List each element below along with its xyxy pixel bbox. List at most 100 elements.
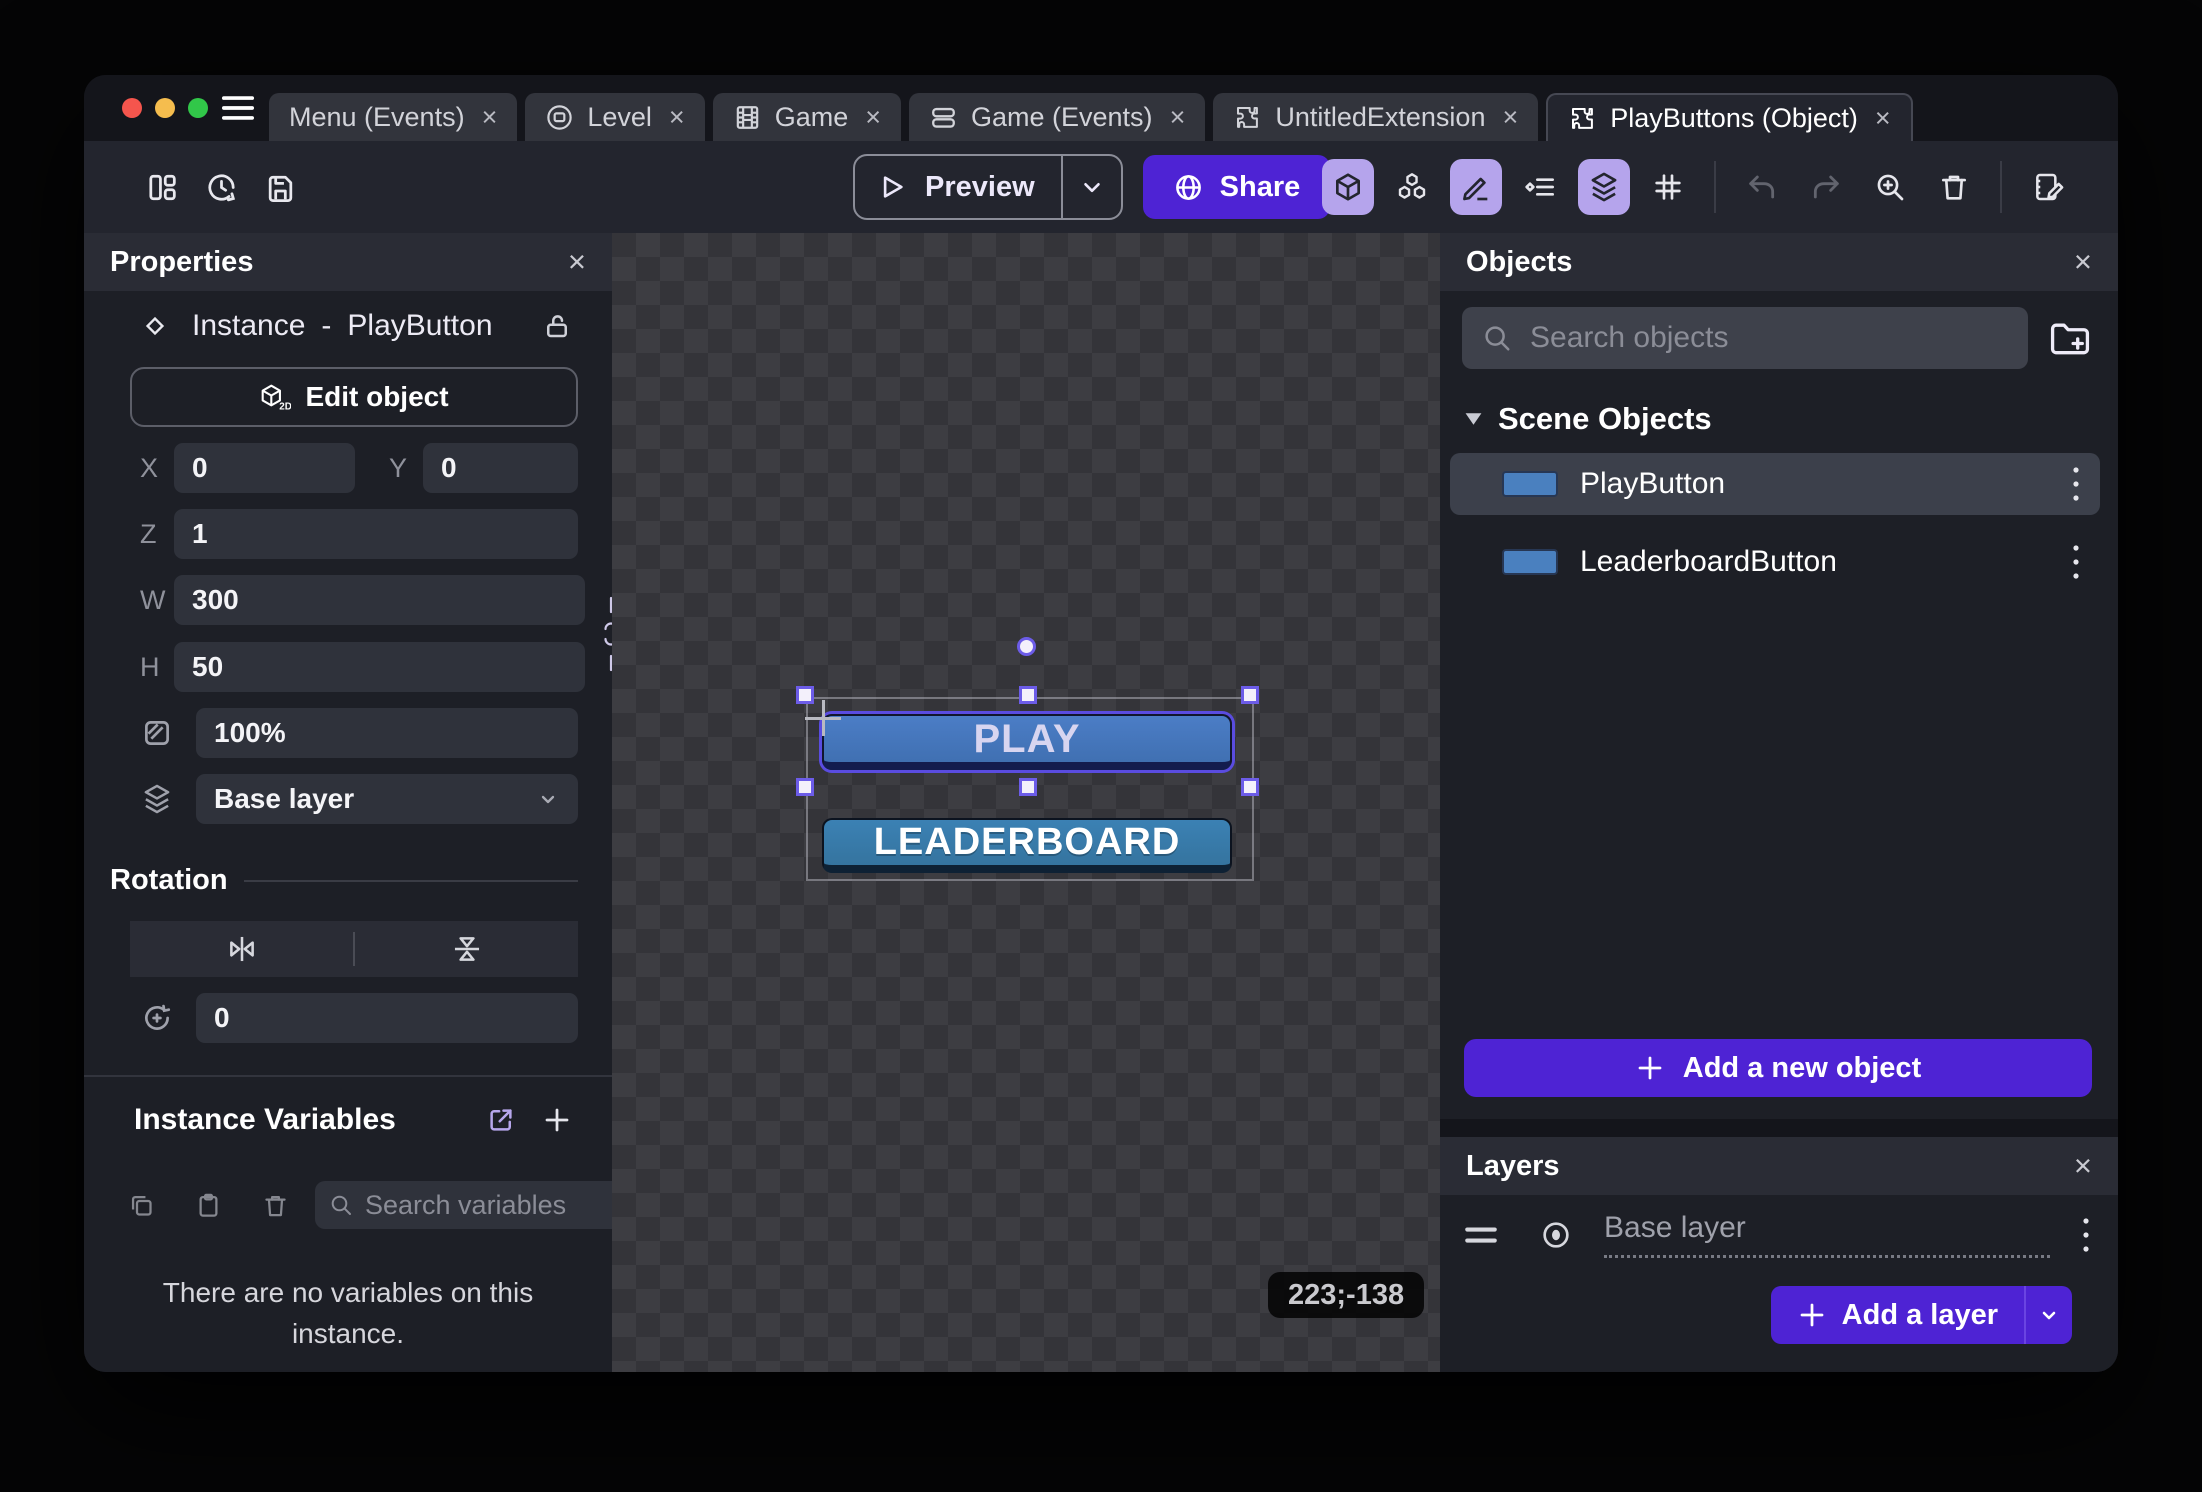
scene-objects-section[interactable]: Scene Objects xyxy=(1464,401,2094,437)
x-field[interactable] xyxy=(174,443,355,493)
layer-row: Base layer xyxy=(140,774,578,824)
layer-row-base[interactable]: Base layer xyxy=(1464,1211,2092,1258)
tab-game[interactable]: Game × xyxy=(713,93,901,141)
add-new-object-label: Add a new object xyxy=(1683,1052,1921,1085)
toolbar-center: Preview Share xyxy=(853,141,1330,233)
layer-select[interactable]: Base layer xyxy=(196,774,578,824)
rotation-field[interactable] xyxy=(196,993,578,1043)
add-layer-button[interactable]: Add a layer xyxy=(1771,1286,2024,1344)
variables-empty-message: There are no variables on this instance. xyxy=(84,1273,612,1354)
kebab-menu-icon[interactable] xyxy=(2070,541,2082,583)
z-field[interactable] xyxy=(174,509,578,559)
tab-close-icon[interactable]: × xyxy=(482,102,498,133)
redo-icon xyxy=(1810,171,1842,203)
copy-icon[interactable] xyxy=(128,1192,155,1219)
tab-menu-events[interactable]: Menu (Events) × xyxy=(269,93,517,141)
instances-list-button[interactable] xyxy=(1514,159,1566,215)
y-field[interactable] xyxy=(423,443,578,493)
layer-visibility-icon[interactable] xyxy=(1540,1219,1572,1251)
search-objects-input[interactable] xyxy=(1528,320,2008,356)
instance-type-label: Instance xyxy=(192,309,305,343)
layer-name-field[interactable]: Base layer xyxy=(1604,1211,2050,1258)
project-manager-icon[interactable] xyxy=(146,171,179,204)
tab-level[interactable]: Level × xyxy=(525,93,704,141)
search-icon xyxy=(329,1193,353,1217)
share-label: Share xyxy=(1220,171,1301,204)
close-icon[interactable]: × xyxy=(2074,1148,2092,1184)
kebab-menu-icon[interactable] xyxy=(2080,1214,2092,1256)
rotation-title: Rotation xyxy=(110,864,228,897)
leaderboard-button-label: LEADERBOARD xyxy=(874,821,1181,864)
resize-handle-top-center[interactable] xyxy=(1019,686,1037,704)
redo-button[interactable] xyxy=(1800,159,1852,215)
lock-aspect-ratio-button[interactable] xyxy=(599,575,612,692)
tab-close-icon[interactable]: × xyxy=(1502,102,1518,133)
unlock-icon[interactable] xyxy=(542,311,572,341)
edit-mode-button[interactable] xyxy=(1450,159,1502,215)
tab-label: Menu (Events) xyxy=(289,102,465,133)
grid-button[interactable] xyxy=(1642,159,1694,215)
close-icon[interactable]: × xyxy=(2074,244,2092,280)
drag-handle-icon[interactable] xyxy=(1464,1224,1498,1246)
object-row-playbutton[interactable]: PlayButton xyxy=(1450,453,2100,515)
flip-vertical-button[interactable] xyxy=(355,932,578,966)
preview-options-button[interactable] xyxy=(1063,174,1121,200)
tab-playbuttons-object[interactable]: PlayButtons (Object) × xyxy=(1546,93,1912,141)
share-button[interactable]: Share xyxy=(1143,155,1331,219)
objects-3d-button[interactable] xyxy=(1386,159,1438,215)
kebab-menu-icon[interactable] xyxy=(2070,463,2082,505)
tab-close-icon[interactable]: × xyxy=(669,102,685,133)
history-icon[interactable] xyxy=(205,171,238,204)
zoom-in-button[interactable] xyxy=(1864,159,1916,215)
rotation-handle[interactable] xyxy=(1017,637,1036,656)
height-field[interactable] xyxy=(174,642,585,692)
edit-object-button[interactable]: 2D Edit object xyxy=(130,367,578,427)
trash-icon[interactable] xyxy=(262,1192,289,1219)
right-column: Objects × Scene Objects PlayButton xyxy=(1440,233,2118,1372)
toolbar-right xyxy=(1322,141,2074,233)
save-icon[interactable] xyxy=(264,171,297,204)
close-icon[interactable]: × xyxy=(568,244,586,280)
paste-icon[interactable] xyxy=(195,1192,222,1219)
resize-handle-middle-left[interactable] xyxy=(796,778,814,796)
delete-button[interactable] xyxy=(1928,159,1980,215)
close-window-button[interactable] xyxy=(122,98,142,118)
add-folder-icon[interactable] xyxy=(2048,317,2092,359)
zoom-window-button[interactable] xyxy=(188,98,208,118)
search-variables-input[interactable] xyxy=(363,1189,611,1222)
tab-close-icon[interactable]: × xyxy=(865,102,881,133)
undo-button[interactable] xyxy=(1736,159,1788,215)
resize-handle-top-right[interactable] xyxy=(1241,686,1259,704)
minimize-window-button[interactable] xyxy=(155,98,175,118)
resize-handle-middle-right[interactable] xyxy=(1241,778,1259,796)
resize-handle-middle-center[interactable] xyxy=(1019,778,1037,796)
leaderboard-button-instance[interactable]: LEADERBOARD xyxy=(822,818,1232,873)
tab-game-events[interactable]: Game (Events) × xyxy=(909,93,1205,141)
flip-horizontal-button[interactable] xyxy=(130,932,353,966)
render-3d-toggle-button[interactable] xyxy=(1322,159,1374,215)
add-new-object-button[interactable]: Add a new object xyxy=(1464,1039,2092,1097)
object-row-leaderboardbutton[interactable]: LeaderboardButton xyxy=(1450,531,2100,593)
rotation-section-header: Rotation xyxy=(110,864,578,897)
main-menu-icon[interactable] xyxy=(221,95,255,121)
tab-close-icon[interactable]: × xyxy=(1170,102,1186,133)
tab-untitled-extension[interactable]: UntitledExtension × xyxy=(1213,93,1538,141)
edit-object-label: Edit object xyxy=(305,381,448,413)
preview-button-group: Preview xyxy=(853,154,1123,220)
tab-close-icon[interactable]: × xyxy=(1875,103,1891,134)
width-field[interactable] xyxy=(174,575,585,625)
scene-canvas[interactable]: PLAY LEADERBOARD 223;-138 xyxy=(612,233,1440,1372)
preview-button[interactable]: Preview xyxy=(855,171,1061,204)
opacity-field[interactable] xyxy=(196,708,578,758)
cubes-icon xyxy=(1396,171,1428,203)
preview-label: Preview xyxy=(925,171,1035,204)
edit-properties-button[interactable] xyxy=(2022,159,2074,215)
layers-panel-button[interactable] xyxy=(1578,159,1630,215)
play-button-instance[interactable]: PLAY xyxy=(822,714,1232,770)
grid-icon xyxy=(1652,171,1684,203)
add-layer-options-button[interactable] xyxy=(2024,1286,2072,1344)
properties-panel: Properties × Instance - PlayButton 2D Ed… xyxy=(84,233,612,1372)
open-in-window-icon[interactable] xyxy=(486,1105,516,1135)
add-variable-icon[interactable] xyxy=(542,1105,572,1135)
object-name: LeaderboardButton xyxy=(1580,545,1837,579)
